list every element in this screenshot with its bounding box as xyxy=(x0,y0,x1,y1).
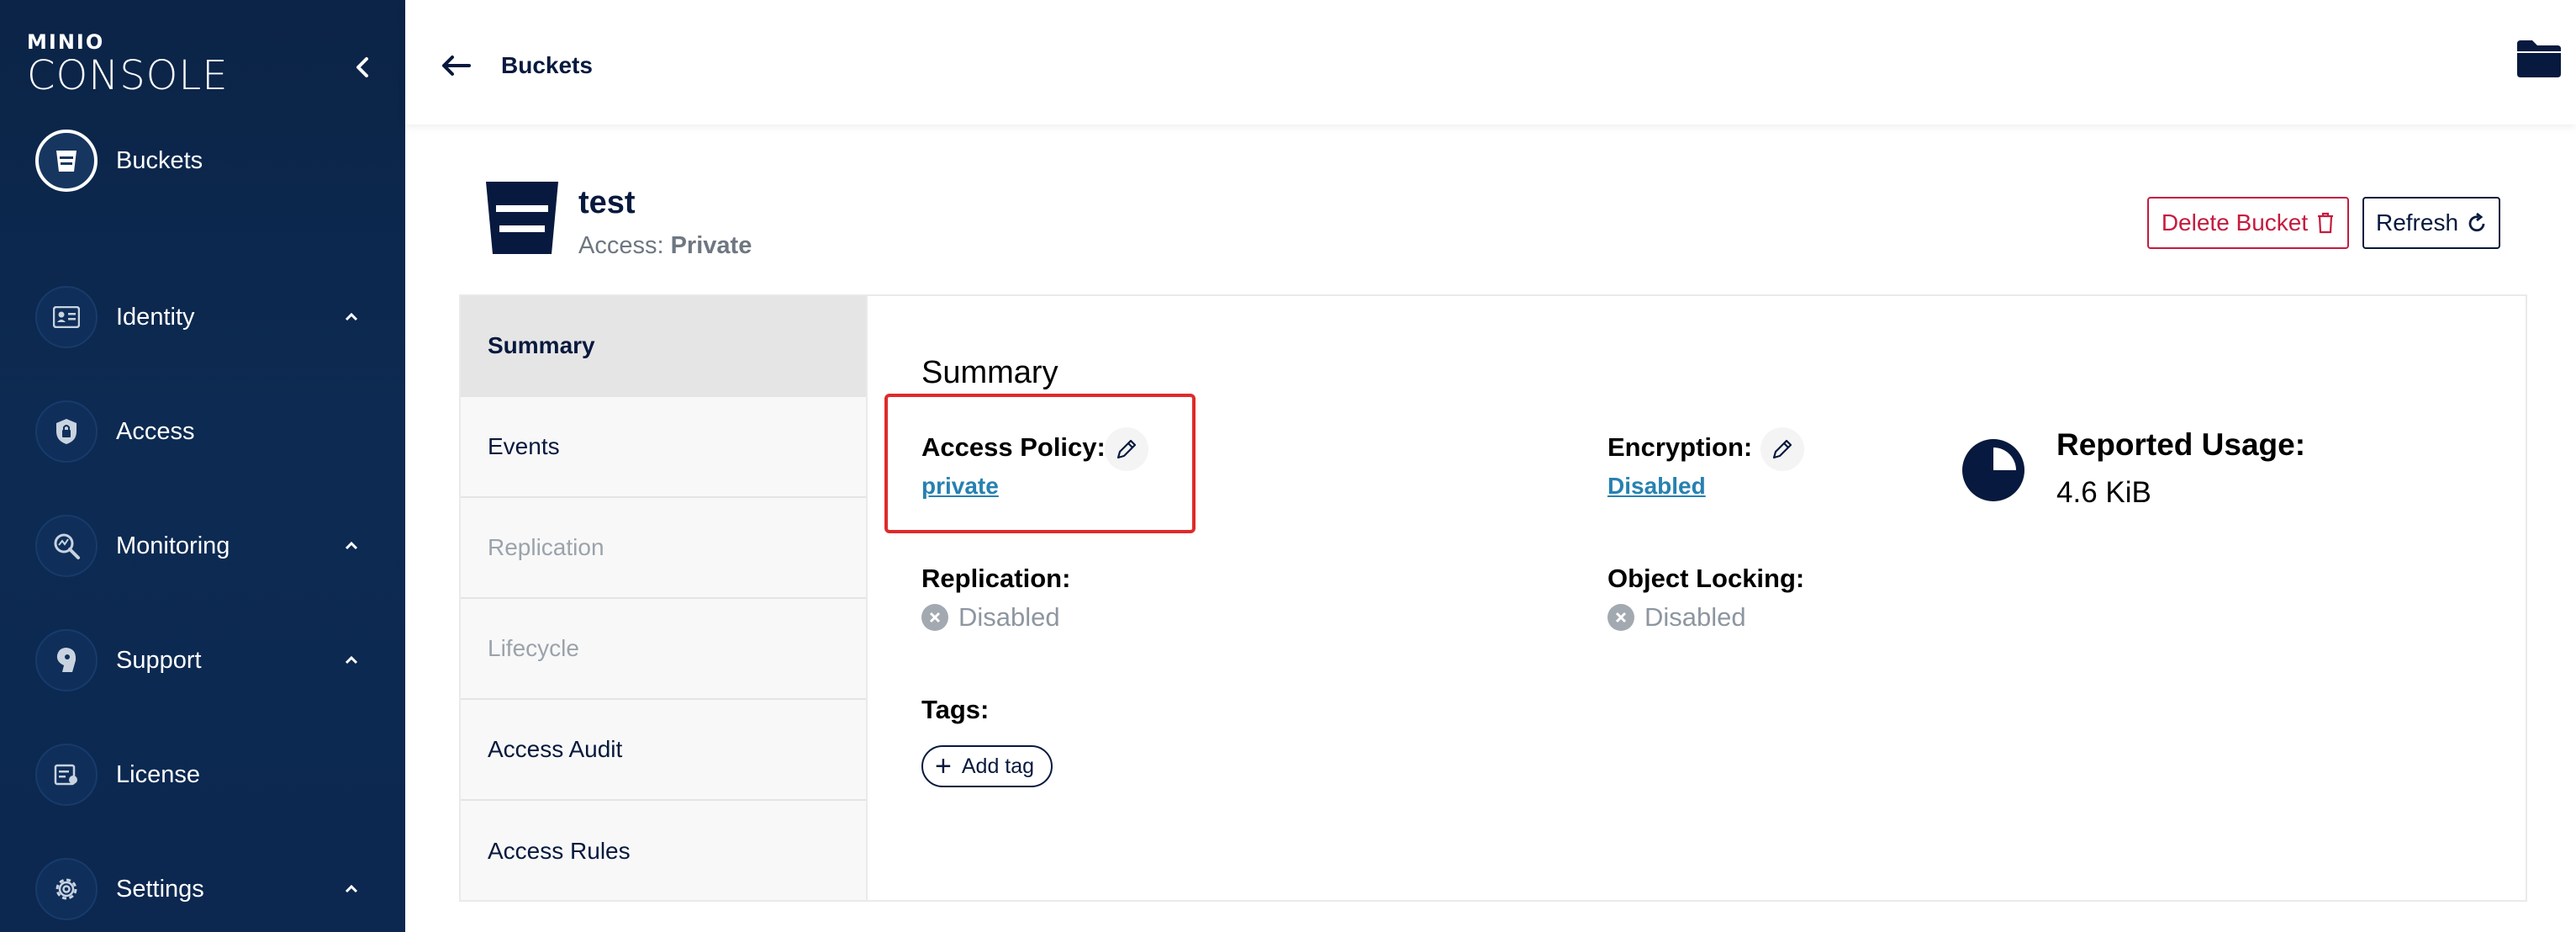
sidebar: MINIO CONSOLE Buckets Identity Access Mo… xyxy=(0,0,405,932)
access-policy-highlight xyxy=(884,394,1196,533)
add-tag-button[interactable]: + Add tag xyxy=(921,745,1053,787)
bucket-name: test xyxy=(578,185,636,220)
tags-label: Tags: xyxy=(921,695,990,724)
collapse-sidebar-button[interactable] xyxy=(348,52,378,82)
logo-big-text: CONSOLE xyxy=(27,52,229,99)
object-locking-status: Disabled xyxy=(1607,602,1746,633)
chevron-up-icon xyxy=(345,884,358,893)
refresh-label: Refresh xyxy=(2375,209,2459,236)
sidebar-item-label: Monitoring xyxy=(116,532,230,559)
delete-bucket-label: Delete Bucket xyxy=(2161,209,2309,236)
bucket-tabs: Summary Events Replication Lifecycle Acc… xyxy=(461,296,868,900)
sidebar-item-label: Access xyxy=(116,417,195,445)
trash-icon xyxy=(2318,212,2334,234)
add-tag-label: Add tag xyxy=(961,754,1035,778)
arrow-left-icon xyxy=(442,56,471,76)
gear-icon xyxy=(35,858,98,920)
bucket-icon xyxy=(35,130,98,192)
encryption-label: Encryption: xyxy=(1607,432,1753,462)
page-header: Buckets xyxy=(405,0,2576,124)
sidebar-item-monitoring[interactable]: Monitoring xyxy=(0,504,405,588)
sidebar-item-label: License xyxy=(116,760,200,788)
folder-icon[interactable] xyxy=(2515,37,2563,79)
summary-title: Summary xyxy=(921,355,1058,390)
tab-events[interactable]: Events xyxy=(461,397,866,498)
bucket-icon xyxy=(484,180,560,256)
encryption-link[interactable]: Disabled xyxy=(1607,473,1706,500)
reported-usage-label: Reported Usage: xyxy=(2056,427,2306,462)
chevron-left-icon xyxy=(356,57,368,77)
sidebar-item-label: Identity xyxy=(116,303,195,331)
bucket-access-status: Access: Private xyxy=(578,232,752,260)
sidebar-item-label: Support xyxy=(116,646,202,674)
replication-status: Disabled xyxy=(921,602,1060,633)
edit-encryption-button[interactable] xyxy=(1760,427,1804,471)
sidebar-item-access[interactable]: Access xyxy=(0,389,405,474)
edit-access-policy-button[interactable] xyxy=(1105,427,1148,471)
tab-summary[interactable]: Summary xyxy=(461,296,866,397)
reported-usage-value: 4.6 KiB xyxy=(2056,476,2151,509)
sidebar-item-label: Settings xyxy=(116,875,204,903)
pie-chart-icon xyxy=(1962,439,2024,501)
sidebar-item-buckets[interactable]: Buckets xyxy=(0,119,405,203)
refresh-button[interactable]: Refresh xyxy=(2362,197,2500,249)
access-label: Access: xyxy=(578,232,664,259)
summary-content: Summary Access Policy: private Encryptio… xyxy=(868,296,2526,900)
breadcrumb[interactable]: Buckets xyxy=(501,52,593,79)
refresh-icon xyxy=(2468,212,2485,232)
access-value: Private xyxy=(670,232,752,259)
replication-label: Replication: xyxy=(921,564,1071,593)
lock-shield-icon xyxy=(35,400,98,463)
replication-value: Disabled xyxy=(958,602,1060,632)
plus-icon: + xyxy=(935,750,952,782)
minio-console-logo[interactable]: MINIO CONSOLE xyxy=(27,32,229,99)
logo-small-text: MINIO xyxy=(27,30,105,54)
access-policy-link[interactable]: private xyxy=(921,473,999,500)
chevron-up-icon xyxy=(345,312,358,321)
back-button[interactable] xyxy=(439,49,472,82)
pencil-icon xyxy=(1116,439,1137,459)
bucket-details-panel: Summary Events Replication Lifecycle Acc… xyxy=(459,294,2527,902)
license-icon xyxy=(35,744,98,806)
magnifier-chart-icon xyxy=(35,515,98,577)
tab-access-audit[interactable]: Access Audit xyxy=(461,700,866,801)
x-circle-icon xyxy=(1607,604,1634,631)
tab-lifecycle[interactable]: Lifecycle xyxy=(461,599,866,700)
tab-access-rules[interactable]: Access Rules xyxy=(461,801,866,902)
tab-replication[interactable]: Replication xyxy=(461,498,866,599)
sidebar-item-identity[interactable]: Identity xyxy=(0,275,405,359)
chevron-up-icon xyxy=(345,541,358,550)
support-icon xyxy=(35,629,98,691)
pencil-icon xyxy=(1772,439,1792,459)
sidebar-item-support[interactable]: Support xyxy=(0,618,405,702)
delete-bucket-button[interactable]: Delete Bucket xyxy=(2147,197,2349,249)
sidebar-item-label: Buckets xyxy=(116,146,203,174)
object-locking-value: Disabled xyxy=(1644,602,1746,632)
sidebar-item-license[interactable]: License xyxy=(0,733,405,817)
chevron-up-icon xyxy=(345,655,358,665)
x-circle-icon xyxy=(921,604,948,631)
access-policy-label: Access Policy: xyxy=(921,432,1106,462)
object-locking-label: Object Locking: xyxy=(1607,564,1805,593)
sidebar-item-settings[interactable]: Settings xyxy=(0,847,405,931)
id-card-icon xyxy=(35,286,98,348)
